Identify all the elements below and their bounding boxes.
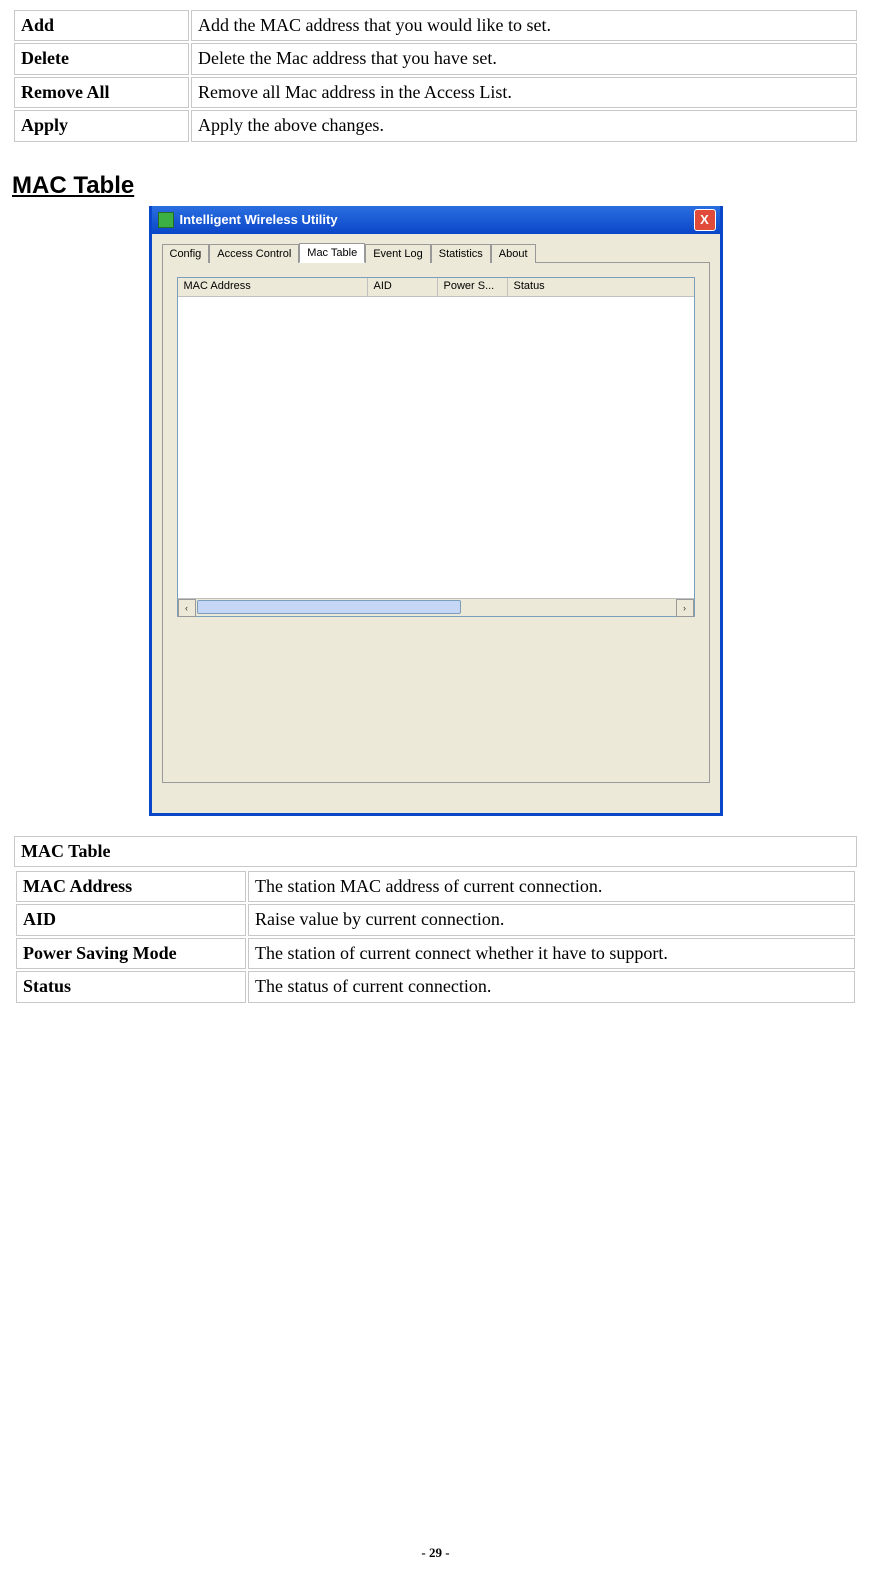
tab-mac-table[interactable]: Mac Table <box>299 243 365 263</box>
listview-body-empty <box>178 297 694 597</box>
access-control-actions-table: Add Add the MAC address that you would l… <box>12 8 859 144</box>
mac-table-info-rows: MAC Address The station MAC address of c… <box>14 869 857 1005</box>
section-heading-mac-table: MAC Table <box>12 172 859 200</box>
scroll-thumb[interactable] <box>197 600 461 614</box>
scroll-right-button[interactable]: › <box>676 599 694 617</box>
utility-window: Intelligent Wireless Utility X Config Ac… <box>149 206 723 816</box>
col-aid[interactable]: AID <box>368 278 438 296</box>
info-aid-label: AID <box>16 904 246 935</box>
action-add-label: Add <box>14 10 189 41</box>
screenshot-container: Intelligent Wireless Utility X Config Ac… <box>12 206 859 816</box>
tab-strip: Config Access Control Mac Table Event Lo… <box>162 242 710 263</box>
info-status-label: Status <box>16 971 246 1002</box>
app-icon <box>158 212 174 228</box>
tab-panel: MAC Address AID Power S... Status ‹ › <box>162 263 710 783</box>
action-delete-label: Delete <box>14 43 189 74</box>
info-psm-label: Power Saving Mode <box>16 938 246 969</box>
window-title: Intelligent Wireless Utility <box>180 212 338 227</box>
mac-table-info: MAC Table MAC Address The station MAC ad… <box>12 834 859 1015</box>
info-mac-label: MAC Address <box>16 871 246 902</box>
col-status[interactable]: Status <box>508 278 694 296</box>
action-apply-label: Apply <box>14 110 189 141</box>
mac-listview[interactable]: MAC Address AID Power S... Status ‹ › <box>177 277 695 617</box>
tab-about[interactable]: About <box>491 244 536 263</box>
info-status-desc: The status of current connection. <box>248 971 855 1002</box>
close-button[interactable]: X <box>694 209 716 231</box>
close-icon: X <box>700 212 709 227</box>
tab-event-log[interactable]: Event Log <box>365 244 431 263</box>
scroll-track[interactable] <box>196 599 676 616</box>
action-removeall-desc: Remove all Mac address in the Access Lis… <box>191 77 857 108</box>
tab-statistics[interactable]: Statistics <box>431 244 491 263</box>
action-apply-desc: Apply the above changes. <box>191 110 857 141</box>
listview-header-row: MAC Address AID Power S... Status <box>178 278 694 297</box>
col-mac-address[interactable]: MAC Address <box>178 278 368 296</box>
info-psm-desc: The station of current connect whether i… <box>248 938 855 969</box>
info-aid-desc: Raise value by current connection. <box>248 904 855 935</box>
scroll-left-button[interactable]: ‹ <box>178 599 196 617</box>
tab-access-control[interactable]: Access Control <box>209 244 299 263</box>
horizontal-scrollbar[interactable]: ‹ › <box>178 598 694 616</box>
info-header: MAC Table <box>14 836 857 867</box>
action-removeall-label: Remove All <box>14 77 189 108</box>
tab-config[interactable]: Config <box>162 244 210 263</box>
action-delete-desc: Delete the Mac address that you have set… <box>191 43 857 74</box>
window-client-area: Config Access Control Mac Table Event Lo… <box>152 234 720 813</box>
page-number: - 29 - <box>0 1545 871 1561</box>
col-power-saving[interactable]: Power S... <box>438 278 508 296</box>
action-add-desc: Add the MAC address that you would like … <box>191 10 857 41</box>
info-mac-desc: The station MAC address of current conne… <box>248 871 855 902</box>
window-titlebar: Intelligent Wireless Utility X <box>152 206 720 234</box>
